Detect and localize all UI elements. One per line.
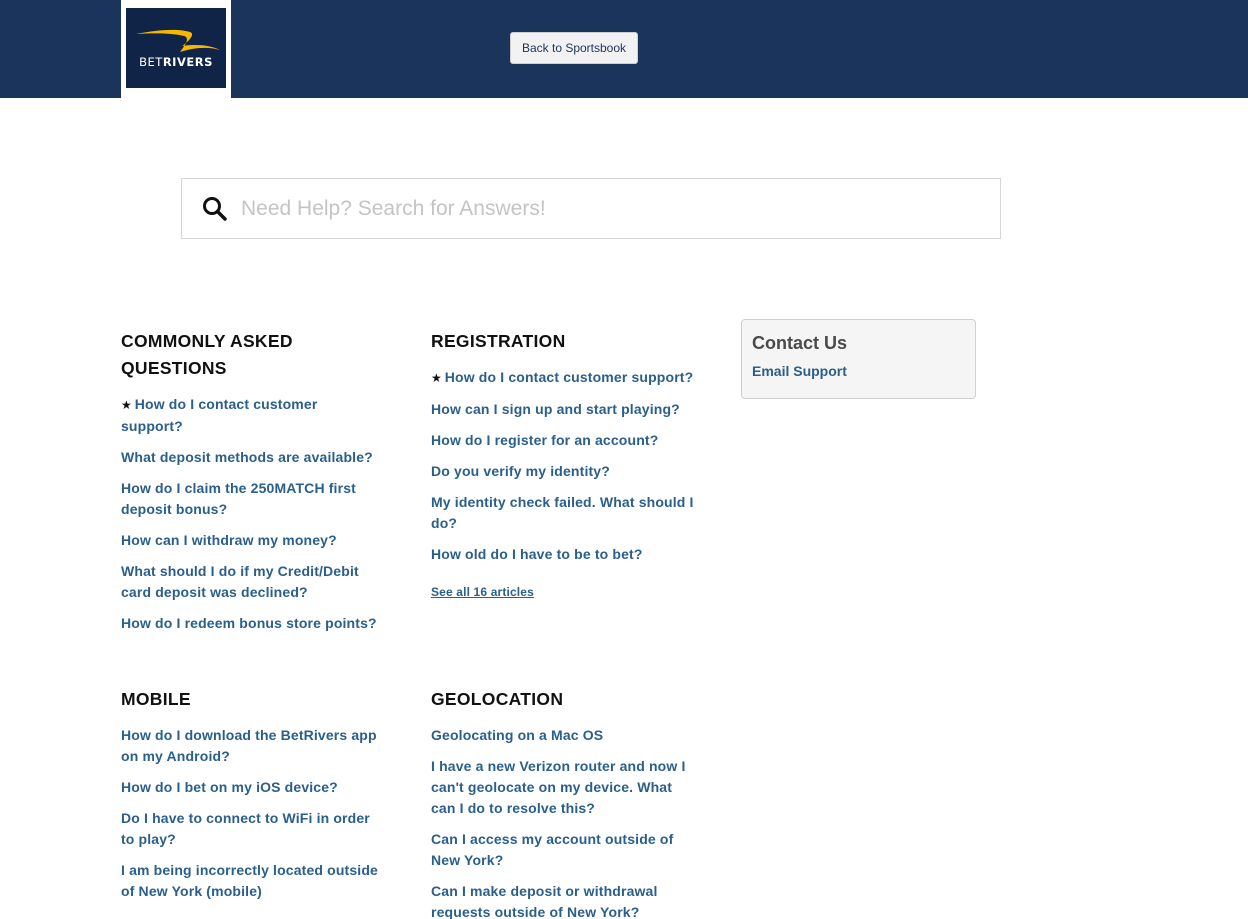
email-support-link[interactable]: Email Support <box>752 363 847 379</box>
list-item: I have a new Verizon router and now I ca… <box>431 756 693 819</box>
article-list: How do I download the BetRivers app on m… <box>121 725 383 902</box>
list-item: ★ How do I contact customer support? <box>121 394 383 437</box>
list-item: How do I register for an account? <box>431 430 699 451</box>
article-link[interactable]: I am being incorrectly located outside o… <box>121 862 378 899</box>
list-item: Do I have to connect to WiFi in order to… <box>121 808 383 850</box>
article-link[interactable]: How do I contact customer support? <box>121 396 317 434</box>
list-item: How can I withdraw my money? <box>121 530 383 551</box>
list-item: ★ How do I contact customer support? <box>431 367 699 389</box>
section-title[interactable]: REGISTRATION <box>431 328 699 355</box>
article-link[interactable]: Do I have to connect to WiFi in order to… <box>121 810 370 847</box>
list-item: I am being incorrectly located outside o… <box>121 860 383 902</box>
search-icon[interactable] <box>202 196 228 222</box>
back-to-sportsbook-button[interactable]: Back to Sportsbook <box>510 32 638 64</box>
list-item: How old do I have to be to bet? <box>431 544 699 565</box>
article-link[interactable]: I have a new Verizon router and now I ca… <box>431 758 686 816</box>
star-icon: ★ <box>121 398 132 412</box>
search-input[interactable] <box>241 189 981 229</box>
section-mobile: MOBILE How do I download the BetRivers a… <box>121 686 383 912</box>
section-registration: REGISTRATION ★ How do I contact customer … <box>431 328 699 599</box>
article-link[interactable]: Can I access my account outside of New Y… <box>431 831 673 868</box>
article-link[interactable]: What should I do if my Credit/Debit card… <box>121 563 359 600</box>
logo-wordmark: BETRIVERS <box>126 55 226 69</box>
contact-title: Contact Us <box>752 333 848 353</box>
article-link[interactable]: How can I withdraw my money? <box>121 532 337 548</box>
article-link[interactable]: How old do I have to be to bet? <box>431 546 643 562</box>
list-item: How do I redeem bonus store points? <box>121 613 383 634</box>
section-title[interactable]: MOBILE <box>121 686 383 713</box>
see-all-articles-link[interactable]: See all 16 articles <box>431 585 699 599</box>
list-item: How do I bet on my iOS device? <box>121 777 383 798</box>
article-link[interactable]: My identity check failed. What should I … <box>431 494 694 531</box>
search-box <box>181 178 1001 239</box>
article-link[interactable]: How do I claim the 250MATCH first deposi… <box>121 480 356 517</box>
article-link[interactable]: How can I sign up and start playing? <box>431 401 680 417</box>
list-item: What deposit methods are available? <box>121 447 383 468</box>
article-link[interactable]: Do you verify my identity? <box>431 463 610 479</box>
contact-us-panel: Contact Us Email Support <box>741 319 976 399</box>
article-list: ★ How do I contact customer support? What… <box>121 394 383 634</box>
article-link[interactable]: Can I make deposit or withdrawal request… <box>431 883 658 919</box>
article-link[interactable]: How do I contact customer support? <box>445 369 694 385</box>
article-list: ★ How do I contact customer support? How … <box>431 367 699 565</box>
list-item: How can I sign up and start playing? <box>431 399 699 420</box>
logo-suffix: RIVERS <box>162 55 213 69</box>
site-header: BETRIVERS Back to Sportsbook <box>0 0 1248 98</box>
list-item: Do you verify my identity? <box>431 461 699 482</box>
section-title[interactable]: COMMONLY ASKED QUESTIONS <box>121 328 383 382</box>
list-item: Can I access my account outside of New Y… <box>431 829 693 871</box>
list-item: Can I make deposit or withdrawal request… <box>431 881 693 919</box>
article-link[interactable]: How do I redeem bonus store points? <box>121 615 377 631</box>
article-link[interactable]: Geolocating on a Mac OS <box>431 727 603 743</box>
article-link[interactable]: What deposit methods are available? <box>121 449 373 465</box>
list-item: How do I claim the 250MATCH first deposi… <box>121 478 383 520</box>
logo-frame[interactable]: BETRIVERS <box>121 0 231 98</box>
swoosh-icon <box>136 29 220 52</box>
article-link[interactable]: How do I bet on my iOS device? <box>121 779 338 795</box>
article-link[interactable]: How do I download the BetRivers app on m… <box>121 727 377 764</box>
section-title[interactable]: GEOLOCATION <box>431 686 693 713</box>
logo-prefix: BET <box>139 55 163 69</box>
article-link[interactable]: How do I register for an account? <box>431 432 658 448</box>
list-item: What should I do if my Credit/Debit card… <box>121 561 383 603</box>
list-item: How do I download the BetRivers app on m… <box>121 725 383 767</box>
list-item: Geolocating on a Mac OS <box>431 725 693 746</box>
section-commonly-asked: COMMONLY ASKED QUESTIONS ★ How do I conta… <box>121 328 383 644</box>
star-icon: ★ <box>431 371 442 385</box>
list-item: My identity check failed. What should I … <box>431 492 699 534</box>
section-geolocation: GEOLOCATION Geolocating on a Mac OS I ha… <box>431 686 693 919</box>
article-list: Geolocating on a Mac OS I have a new Ver… <box>431 725 693 919</box>
betrivers-logo[interactable]: BETRIVERS <box>126 8 226 88</box>
